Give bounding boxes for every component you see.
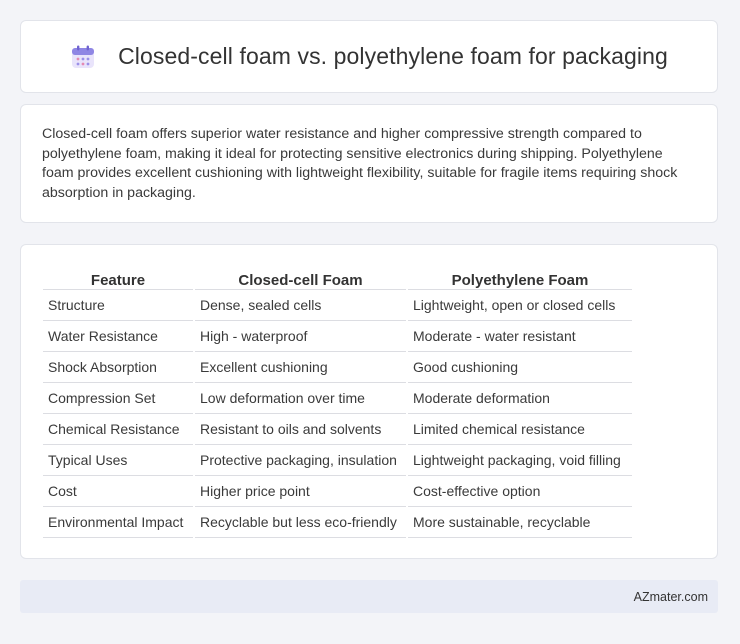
table-cell: Excellent cushioning [195,352,406,383]
table-cell: Limited chemical resistance [408,414,632,445]
table-row: Structure Dense, sealed cells Lightweigh… [43,290,632,321]
title-card: Closed-cell foam vs. polyethylene foam f… [20,20,718,93]
table-cell: Recyclable but less eco-friendly [195,507,406,538]
table-cell: Resistant to oils and solvents [195,414,406,445]
table-cell: Good cushioning [408,352,632,383]
table-row: Compression Set Low deformation over tim… [43,383,632,414]
table-row: Chemical Resistance Resistant to oils an… [43,414,632,445]
table-header-row: Feature Closed-cell Foam Polyethylene Fo… [43,265,632,290]
table-cell: Lightweight packaging, void filling [408,445,632,476]
table-row: Shock Absorption Excellent cushioning Go… [43,352,632,383]
table-cell: Moderate deformation [408,383,632,414]
table-row: Cost Higher price point Cost-effective o… [43,476,632,507]
table-cell: Shock Absorption [43,352,193,383]
table-cell: High - waterproof [195,321,406,352]
table-row: Typical Uses Protective packaging, insul… [43,445,632,476]
comparison-card: Feature Closed-cell Foam Polyethylene Fo… [20,244,718,559]
table-cell: Cost [43,476,193,507]
page-title: Closed-cell foam vs. polyethylene foam f… [118,43,668,69]
summary-card: Closed-cell foam offers superior water r… [20,104,718,223]
calendar-icon [72,45,95,68]
table-cell: Low deformation over time [195,383,406,414]
column-header-feature: Feature [43,265,193,290]
table-cell: Chemical Resistance [43,414,193,445]
table-cell: Lightweight, open or closed cells [408,290,632,321]
table-cell: Cost-effective option [408,476,632,507]
table-cell: Dense, sealed cells [195,290,406,321]
table-cell: Environmental Impact [43,507,193,538]
table-row: Environmental Impact Recyclable but less… [43,507,632,538]
table-cell: Protective packaging, insulation [195,445,406,476]
table-cell: Higher price point [195,476,406,507]
table-cell: Moderate - water resistant [408,321,632,352]
table-cell: Structure [43,290,193,321]
table-cell: More sustainable, recyclable [408,507,632,538]
column-header-closed-cell: Closed-cell Foam [195,265,406,290]
table-cell: Typical Uses [43,445,193,476]
column-header-polyethylene: Polyethylene Foam [408,265,632,290]
footer-brand-link[interactable]: AZmater.com [634,590,708,604]
table-row: Water Resistance High - waterproof Moder… [43,321,632,352]
comparison-table: Feature Closed-cell Foam Polyethylene Fo… [41,265,634,538]
footer-bar: AZmater.com [20,580,718,613]
table-cell: Compression Set [43,383,193,414]
summary-text: Closed-cell foam offers superior water r… [42,126,678,201]
table-cell: Water Resistance [43,321,193,352]
